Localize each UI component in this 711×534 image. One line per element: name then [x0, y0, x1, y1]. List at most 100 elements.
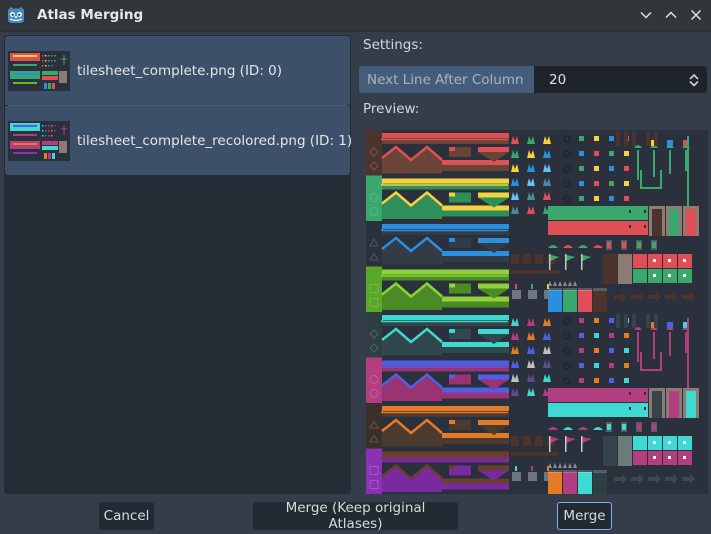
thumbnail-terrain-top — [13, 54, 37, 57]
gem-sprite — [609, 348, 614, 353]
next-line-after-column-property: Next Line After Column — [359, 66, 707, 93]
terrain-float-top — [478, 192, 509, 198]
terrain-strip-top — [382, 406, 509, 411]
thumbnail-block — [59, 70, 67, 83]
liquid-tile — [563, 290, 577, 312]
maximize-icon — [665, 11, 677, 19]
gem-sprite — [579, 136, 584, 141]
thumbnail-sprite — [42, 134, 44, 136]
switch-light — [637, 424, 641, 430]
item-glyph — [653, 274, 656, 277]
item-glyph — [683, 259, 686, 262]
icon-shape — [690, 9, 702, 21]
atlas-item-label: tilesheet_complete.png (ID: 0) — [77, 62, 283, 79]
terrain-strip-top — [382, 360, 509, 366]
terrain-float-top — [478, 420, 509, 425]
tombstone-flag — [531, 284, 533, 289]
terrain-pillar-top — [449, 465, 455, 470]
tombstone-sprite — [528, 472, 537, 481]
gem-sprite — [594, 196, 599, 201]
terrain-side-column — [366, 175, 382, 221]
thumbnail-sprite — [51, 59, 53, 61]
gem-sprite — [579, 196, 584, 201]
gem-sprite — [624, 378, 629, 383]
gem-sprite — [594, 318, 599, 323]
door — [686, 391, 696, 418]
fence-post — [624, 314, 628, 328]
gem-sprite — [594, 378, 599, 383]
thumbnail-terrain-top — [13, 72, 37, 75]
platform-block — [548, 221, 648, 235]
liquid-surface — [548, 288, 562, 291]
crate-block — [603, 436, 617, 466]
cancel-button[interactable]: Cancel — [99, 502, 154, 530]
keyhole — [644, 407, 646, 410]
item-glyph — [653, 259, 656, 262]
gem-sprite — [579, 318, 584, 323]
crate-block — [603, 254, 617, 284]
column-count-spinbox[interactable] — [534, 66, 707, 93]
door — [669, 209, 679, 236]
gem-sprite — [609, 333, 614, 338]
icon-shape — [640, 11, 652, 19]
spin-up-down-icon[interactable] — [688, 72, 700, 88]
fence-post — [646, 314, 650, 328]
thumbnail-sprite — [42, 129, 44, 131]
platform-block — [548, 388, 648, 402]
flower-bloom — [667, 322, 673, 328]
terrain-ledge — [442, 342, 509, 347]
atlas-list[interactable]: tilesheet_complete.png (ID: 0) tilesheet… — [4, 35, 352, 494]
liquid-surface — [548, 470, 562, 473]
thumbnail-water — [44, 152, 47, 159]
merge-keep-original-button[interactable]: Merge (Keep original Atlases) — [253, 500, 458, 532]
keyhole — [629, 210, 631, 213]
terrain-side-column — [366, 312, 382, 358]
fence-post — [535, 254, 543, 264]
merge-button[interactable]: Merge — [557, 502, 612, 530]
atlas-list-item[interactable]: tilesheet_complete_recolored.png (ID: 1) — [5, 106, 352, 175]
liquid-tile — [563, 472, 577, 494]
thumbnail-terrain-top — [13, 142, 37, 145]
terrain-ledge — [442, 205, 509, 211]
preview-heading: Preview: — [363, 101, 420, 117]
thumbnail-terrain-top — [13, 63, 37, 66]
terrain-ledge-base — [442, 392, 509, 399]
item-glyph — [683, 456, 686, 459]
terrain-side-column — [366, 266, 382, 312]
thumbnail-sprite — [42, 124, 44, 126]
gem-sprite — [624, 151, 629, 156]
gem-sprite — [594, 348, 599, 353]
gem-sprite — [624, 363, 629, 368]
thumbnail-sprite — [45, 64, 47, 66]
switch-light — [652, 424, 656, 430]
column-count-input[interactable] — [534, 70, 671, 89]
thumbnail-sprite — [48, 59, 50, 61]
terrain-float-top — [478, 283, 509, 289]
gem-sprite — [594, 181, 599, 186]
property-label: Next Line After Column — [359, 66, 534, 93]
gem-sprite — [609, 151, 614, 156]
liquid-tile — [578, 472, 592, 494]
flag-pole — [549, 254, 551, 270]
thumbnail-block — [42, 140, 58, 145]
thumbnail-water — [48, 82, 51, 89]
thumbnail-sprite — [45, 59, 47, 61]
thumbnail-sprite — [45, 54, 47, 56]
flower-bloom — [667, 140, 673, 146]
thumbnail-sprite — [48, 134, 50, 136]
item-glyph — [668, 259, 671, 262]
thumbnail-sprite — [45, 129, 47, 131]
gem-sprite — [594, 151, 599, 156]
terrain-ledge — [442, 251, 509, 256]
thumbnail-block — [42, 70, 58, 75]
maximize-button[interactable] — [659, 3, 683, 27]
fence-post — [511, 254, 519, 264]
thumbnail-terrain-top — [13, 151, 37, 154]
close-button[interactable] — [684, 3, 708, 27]
minimize-button[interactable] — [634, 3, 658, 27]
thumbnail-sprite — [54, 129, 56, 131]
terrain-ledge — [442, 296, 509, 302]
terrain-ledge-base — [442, 301, 509, 308]
atlas-list-item[interactable]: tilesheet_complete.png (ID: 0) — [5, 36, 350, 105]
thumbnail-sprite — [54, 59, 56, 61]
